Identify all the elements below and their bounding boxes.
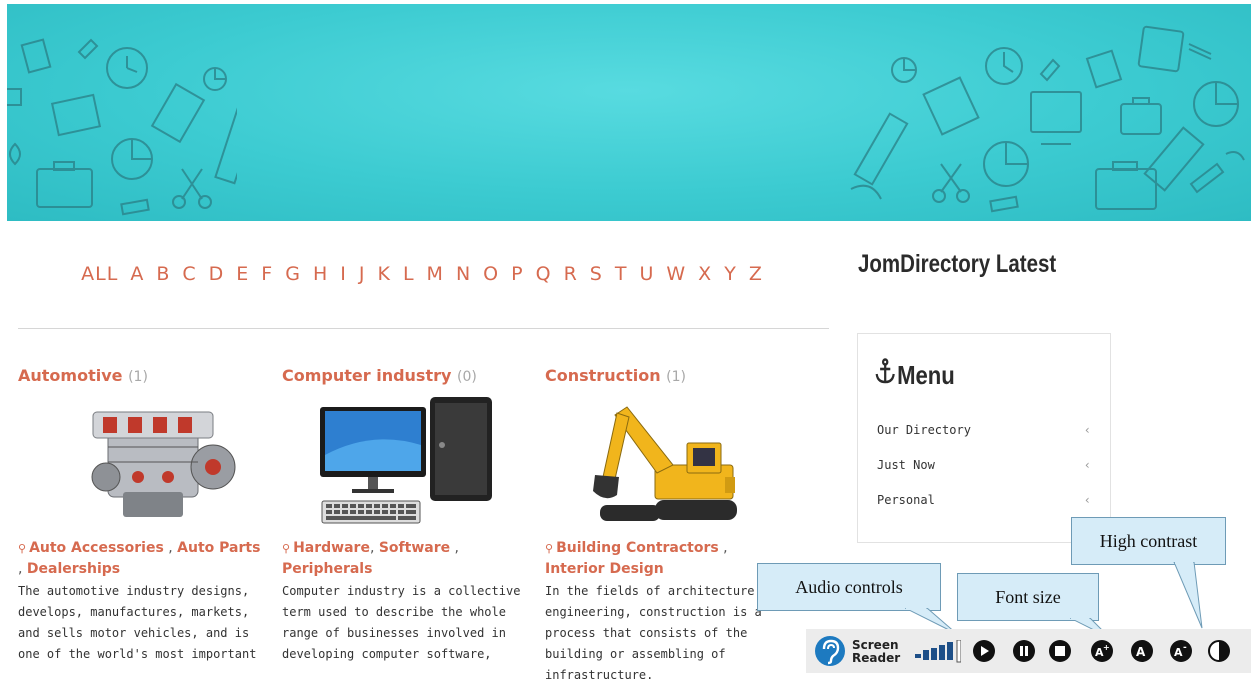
font-reset-icon[interactable]: A bbox=[1131, 640, 1153, 662]
category-card-computer-industry: Computer industry (0) ⚲ Hardware, Softwar… bbox=[282, 364, 534, 665]
alphabet-letter[interactable]: W bbox=[666, 263, 686, 285]
alphabet-letter[interactable]: M bbox=[427, 263, 444, 285]
screen-reader-label[interactable]: Screen Reader bbox=[852, 639, 900, 665]
alphabet-letter[interactable]: B bbox=[156, 263, 170, 285]
svg-text:A: A bbox=[1174, 646, 1183, 659]
font-increase-icon[interactable]: A + bbox=[1091, 640, 1113, 662]
category-card-automotive: Automotive (1) ⚲ Auto Accessories , Auto… bbox=[18, 364, 270, 665]
contrast-icon[interactable] bbox=[1208, 640, 1230, 662]
alphabet-letter[interactable]: F bbox=[261, 263, 273, 285]
alphabet-letter[interactable]: T bbox=[615, 263, 628, 285]
alphabet-letter[interactable]: S bbox=[590, 263, 603, 285]
category-title[interactable]: Computer industry (0) bbox=[282, 364, 534, 389]
subcategory-list: ⚲ Auto Accessories , Auto Parts, Dealersh… bbox=[18, 540, 261, 577]
chevron-left-icon: ‹ bbox=[1083, 423, 1091, 437]
category-description: Computer industry is a collective term u… bbox=[282, 584, 521, 661]
category-title[interactable]: Construction (1) bbox=[545, 364, 797, 389]
alphabet-letter[interactable]: P bbox=[511, 263, 523, 285]
category-count: (0) bbox=[457, 369, 477, 385]
alphabet-letter[interactable]: O bbox=[483, 263, 499, 285]
font-decrease-icon[interactable]: A- bbox=[1170, 640, 1192, 662]
menu-widget: Menu Our Directory ‹ Just Now ‹ Personal ‹ bbox=[857, 333, 1111, 543]
chevron-left-icon: ‹ bbox=[1083, 458, 1091, 472]
callout-font-size: Font size bbox=[957, 573, 1099, 621]
accessibility-toolbar: Screen Reader A + A A- bbox=[806, 629, 1251, 673]
alphabet-letter[interactable]: X bbox=[698, 263, 712, 285]
subcategory-link[interactable]: Auto Parts bbox=[177, 540, 260, 556]
alphabet-filter: ALL A B C D E F G H I J K L M N O P Q R S T U W X Y Z bbox=[18, 263, 826, 285]
alphabet-letter[interactable]: K bbox=[377, 263, 390, 285]
play-icon[interactable] bbox=[973, 640, 995, 662]
alphabet-letter[interactable]: Q bbox=[536, 263, 552, 285]
ear-icon[interactable] bbox=[814, 635, 846, 667]
category-count: (1) bbox=[128, 369, 148, 385]
pin-icon: ⚲ bbox=[545, 542, 554, 555]
alphabet-letter[interactable]: H bbox=[313, 263, 328, 285]
chevron-left-icon: ‹ bbox=[1083, 493, 1091, 507]
menu-item-our-directory[interactable]: Our Directory ‹ bbox=[877, 423, 1099, 437]
alphabet-letter[interactable]: U bbox=[639, 263, 654, 285]
menu-item-personal[interactable]: Personal ‹ bbox=[877, 493, 1099, 507]
subcategory-link[interactable]: Auto Accessories bbox=[29, 540, 164, 556]
subcategory-link[interactable]: Interior Design bbox=[545, 561, 664, 577]
office-doodles-right bbox=[850, 25, 1245, 213]
alphabet-letter[interactable]: N bbox=[456, 263, 471, 285]
alphabet-letter[interactable]: ALL bbox=[81, 263, 118, 285]
alphabet-letter[interactable]: C bbox=[182, 263, 196, 285]
menu-heading: Menu bbox=[875, 358, 955, 391]
subcategory-link[interactable]: Peripherals bbox=[282, 561, 372, 577]
svg-text:A: A bbox=[1136, 645, 1146, 659]
pin-icon: ⚲ bbox=[18, 542, 27, 555]
alphabet-letter[interactable]: A bbox=[130, 263, 144, 285]
category-count: (1) bbox=[666, 369, 686, 385]
alphabet-letter[interactable]: Y bbox=[724, 263, 737, 285]
computer-image[interactable] bbox=[282, 395, 534, 533]
callout-high-contrast: High contrast bbox=[1071, 517, 1226, 565]
callout-tail bbox=[1173, 562, 1203, 629]
subcategory-link[interactable]: Building Contractors bbox=[556, 540, 719, 556]
stop-icon[interactable] bbox=[1049, 640, 1071, 662]
alphabet-letter[interactable]: R bbox=[564, 263, 578, 285]
pause-icon[interactable] bbox=[1013, 640, 1035, 662]
office-doodles-left bbox=[7, 38, 237, 216]
pin-icon: ⚲ bbox=[282, 542, 291, 555]
category-title[interactable]: Automotive (1) bbox=[18, 364, 270, 389]
category-description: The automotive industry designs, develop… bbox=[18, 584, 257, 661]
volume-level-icon[interactable] bbox=[915, 640, 961, 664]
alphabet-letter[interactable]: D bbox=[209, 263, 225, 285]
alphabet-letter[interactable]: Z bbox=[749, 263, 763, 285]
svg-text:-: - bbox=[1183, 643, 1187, 653]
engine-image[interactable] bbox=[18, 395, 270, 533]
alphabet-letter[interactable]: E bbox=[236, 263, 249, 285]
subcategory-list: ⚲ Hardware, Software , Peripherals bbox=[282, 540, 460, 577]
subcategory-link[interactable]: Hardware bbox=[293, 540, 370, 556]
alphabet-letter[interactable]: I bbox=[340, 263, 347, 285]
alphabet-letter[interactable]: G bbox=[285, 263, 301, 285]
divider bbox=[18, 328, 829, 329]
menu-item-just-now[interactable]: Just Now ‹ bbox=[877, 458, 1099, 472]
excavator-image[interactable] bbox=[545, 395, 797, 533]
svg-text:+: + bbox=[1103, 643, 1110, 652]
category-card-construction: Construction (1) ⚲ Building Contractors ,… bbox=[545, 364, 797, 686]
header-banner bbox=[7, 4, 1251, 221]
callout-audio-controls: Audio controls bbox=[757, 563, 941, 611]
alphabet-letter[interactable]: J bbox=[359, 263, 366, 285]
subcategory-link[interactable]: Dealerships bbox=[27, 561, 120, 577]
alphabet-letter[interactable]: L bbox=[403, 263, 415, 285]
anchor-icon bbox=[875, 358, 897, 391]
sidebar-title: JomDirectory Latest bbox=[858, 250, 1057, 278]
subcategory-link[interactable]: Software bbox=[379, 540, 450, 556]
